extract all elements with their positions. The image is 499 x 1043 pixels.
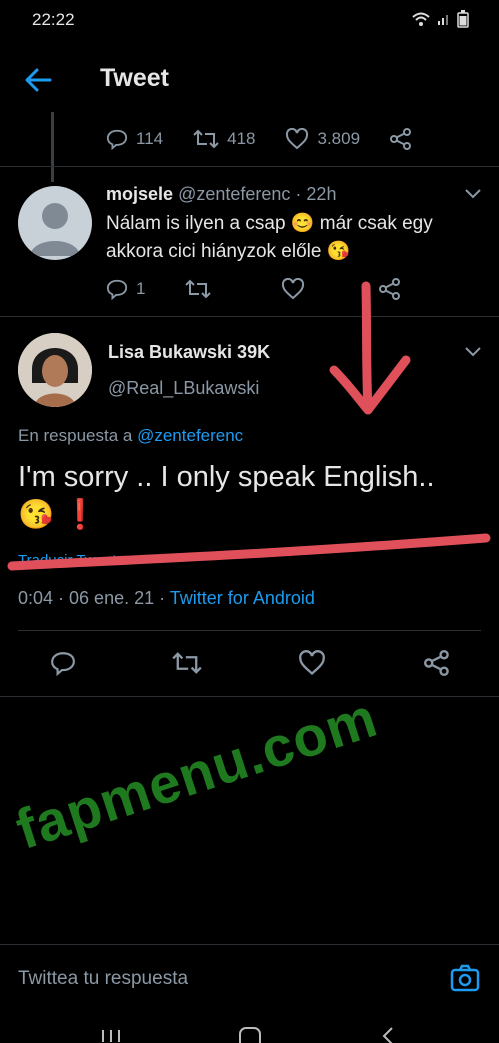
header <box>0 50 499 110</box>
divider <box>0 166 499 167</box>
reply-icon[interactable] <box>50 650 76 676</box>
system-nav-bar <box>0 1018 499 1043</box>
source-app-link[interactable]: Twitter for Android <box>170 588 315 608</box>
tweet-meta: 0:04 · 06 ene. 21 · Twitter for Android <box>18 588 315 609</box>
red-marker-underline <box>7 533 491 571</box>
divider <box>18 630 481 631</box>
divider <box>0 696 499 697</box>
reply-count: 1 <box>136 279 146 298</box>
red-marker-arrow <box>329 281 411 415</box>
camera-icon[interactable] <box>450 964 480 992</box>
reply-button[interactable]: 114 <box>106 128 163 150</box>
heart-icon <box>286 128 309 150</box>
heart-icon[interactable] <box>298 650 326 676</box>
profile-photo <box>18 333 92 407</box>
in-reply-to: En respuesta a @zenteferenc <box>18 426 243 446</box>
share-icon[interactable] <box>390 128 412 150</box>
avatar[interactable] <box>18 186 92 260</box>
reply-text: Nálam is ilyen a csap 😊 már csak egy akk… <box>106 210 476 266</box>
status-time: 22:22 <box>32 10 75 29</box>
thread-line <box>51 112 54 182</box>
share-icon[interactable] <box>424 650 450 676</box>
back-nav-icon[interactable] <box>380 1026 396 1043</box>
main-action-row <box>50 650 450 676</box>
in-reply-prefix: En respuesta a <box>18 426 133 445</box>
tweet-time: · 22h <box>295 184 337 204</box>
author-handle[interactable]: @Real_LBukawski <box>108 378 259 399</box>
reply-input[interactable]: Twittea tu respuesta <box>18 968 188 990</box>
author-name: mojsele <box>106 184 174 204</box>
divider <box>0 316 499 317</box>
avatar[interactable] <box>18 333 92 407</box>
chevron-down-icon[interactable] <box>464 346 482 358</box>
chevron-down-icon[interactable] <box>464 188 482 200</box>
retweet-icon[interactable] <box>172 650 202 676</box>
tweet-timestamp: 0:04 · 06 ene. 21 · <box>18 588 166 608</box>
like-button[interactable]: 3.809 <box>285 128 360 150</box>
like-count: 3.809 <box>317 129 361 148</box>
battery-icon <box>457 10 469 28</box>
reply-mention-link[interactable]: @zenteferenc <box>137 426 243 445</box>
tweet-text-body: I'm sorry .. I only speak English.. <box>18 461 435 493</box>
retweet-icon[interactable] <box>185 278 212 300</box>
retweet-count: 418 <box>227 129 256 148</box>
heart-icon[interactable] <box>281 278 305 300</box>
reply-icon <box>106 129 128 150</box>
retweet-icon <box>193 129 219 149</box>
kiss-emoji: 😘 <box>326 241 351 262</box>
reply-count: 114 <box>136 129 164 148</box>
signal-icon <box>438 15 448 25</box>
watermark: fapmenu.com <box>8 685 385 861</box>
default-avatar-icon <box>30 203 80 256</box>
wifi-icon <box>412 12 430 26</box>
page-title: Tweet <box>100 64 169 92</box>
back-arrow-icon[interactable] <box>22 66 54 94</box>
parent-action-row: 114 418 3.809 <box>106 128 412 150</box>
recent-apps-icon[interactable] <box>100 1028 122 1042</box>
reply-icon <box>106 279 128 300</box>
reply-button[interactable]: 1 <box>106 278 145 300</box>
status-icons <box>411 10 469 28</box>
smile-emoji: 😊 <box>290 213 315 234</box>
retweet-button[interactable]: 418 <box>193 128 255 150</box>
home-icon[interactable] <box>238 1026 262 1043</box>
author-name[interactable]: Lisa Bukawski 39K <box>108 342 270 363</box>
reply-author[interactable]: mojsele @zenteferenc · 22h <box>106 184 336 205</box>
reply-text-part1: Nálam is ilyen a csap <box>106 213 286 234</box>
author-handle: @zenteferenc <box>178 184 291 204</box>
